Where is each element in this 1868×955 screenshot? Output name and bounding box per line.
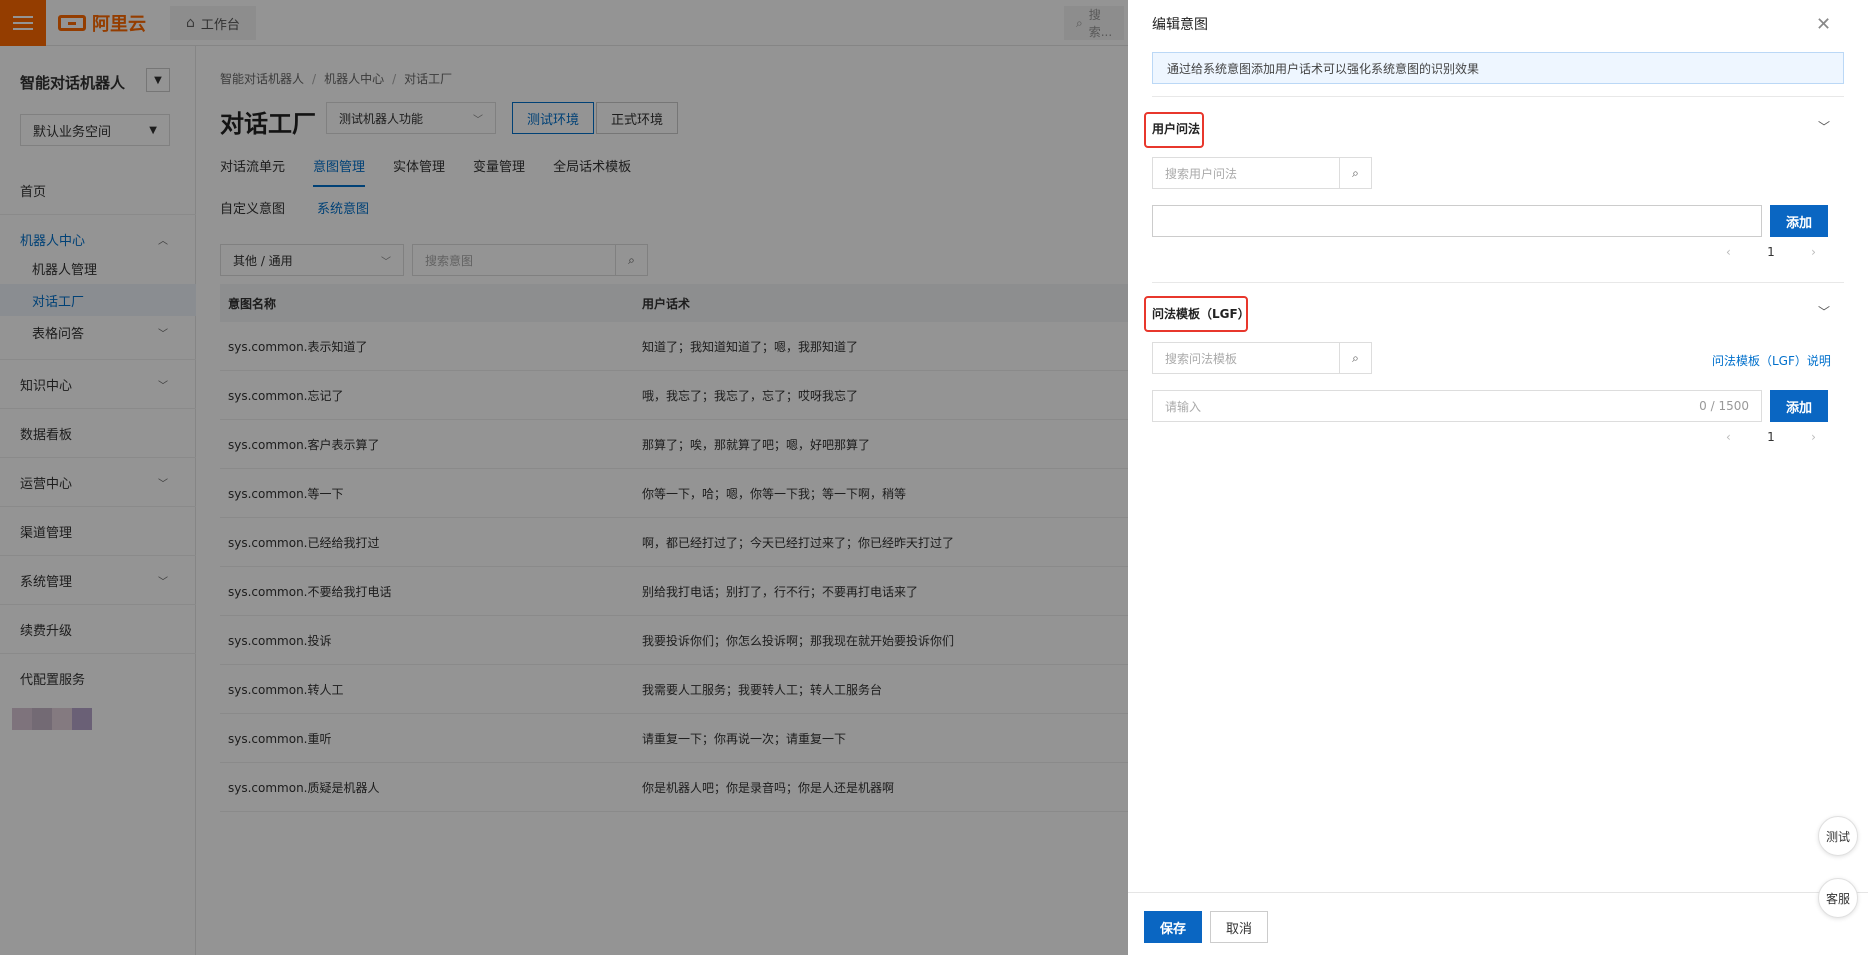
- test-float-button[interactable]: 测试: [1818, 816, 1858, 856]
- page-number[interactable]: 1: [1767, 430, 1775, 444]
- drawer-title: 编辑意图: [1152, 17, 1208, 33]
- info-tip: 通过给系统意图添加用户话术可以强化系统意图的识别效果: [1152, 52, 1844, 84]
- pagination: ‹ 1 ›: [1726, 430, 1816, 444]
- lgf-help-link[interactable]: 问法模板（LGF）说明: [1712, 352, 1831, 369]
- edit-intent-drawer: 编辑意图 ✕ 通过给系统意图添加用户话术可以强化系统意图的识别效果 用户问法 ﹀…: [1128, 0, 1868, 955]
- lgf-search-input[interactable]: 搜索问法模板: [1153, 350, 1339, 367]
- save-button[interactable]: 保存: [1144, 911, 1202, 943]
- user-utterance-search[interactable]: 搜索用户问法 ⌕: [1152, 157, 1372, 189]
- char-counter: 0 / 1500: [1699, 399, 1749, 413]
- chevron-right-icon[interactable]: ›: [1811, 430, 1816, 444]
- add-lgf-button[interactable]: 添加: [1770, 390, 1828, 422]
- lgf-input-placeholder: 请输入: [1165, 399, 1202, 414]
- divider: [1152, 96, 1844, 97]
- lgf-search[interactable]: 搜索问法模板 ⌕: [1152, 342, 1372, 374]
- highlight-box: [1144, 112, 1204, 148]
- page-number[interactable]: 1: [1767, 245, 1775, 259]
- search-icon[interactable]: ⌕: [1339, 343, 1371, 373]
- add-user-utterance-button[interactable]: 添加: [1770, 205, 1828, 237]
- divider: [1152, 282, 1844, 283]
- user-utterance-search-input[interactable]: 搜索用户问法: [1153, 165, 1339, 182]
- chevron-left-icon[interactable]: ‹: [1726, 430, 1731, 444]
- chevron-left-icon[interactable]: ‹: [1726, 245, 1731, 259]
- drawer-footer: 保存 取消: [1128, 892, 1868, 955]
- lgf-input[interactable]: 请输入 0 / 1500: [1152, 390, 1762, 422]
- customer-service-float-button[interactable]: 客服: [1818, 878, 1858, 918]
- chevron-down-icon[interactable]: ﹀: [1818, 303, 1830, 320]
- modal-overlay[interactable]: [0, 0, 1128, 955]
- user-utterance-input[interactable]: [1152, 205, 1762, 237]
- close-icon[interactable]: ✕: [1816, 14, 1831, 35]
- cancel-button[interactable]: 取消: [1210, 911, 1268, 943]
- chevron-right-icon[interactable]: ›: [1811, 245, 1816, 259]
- search-icon[interactable]: ⌕: [1339, 158, 1371, 188]
- pagination: ‹ 1 ›: [1726, 245, 1816, 259]
- highlight-box: [1144, 296, 1248, 332]
- chevron-down-icon[interactable]: ﹀: [1818, 118, 1830, 135]
